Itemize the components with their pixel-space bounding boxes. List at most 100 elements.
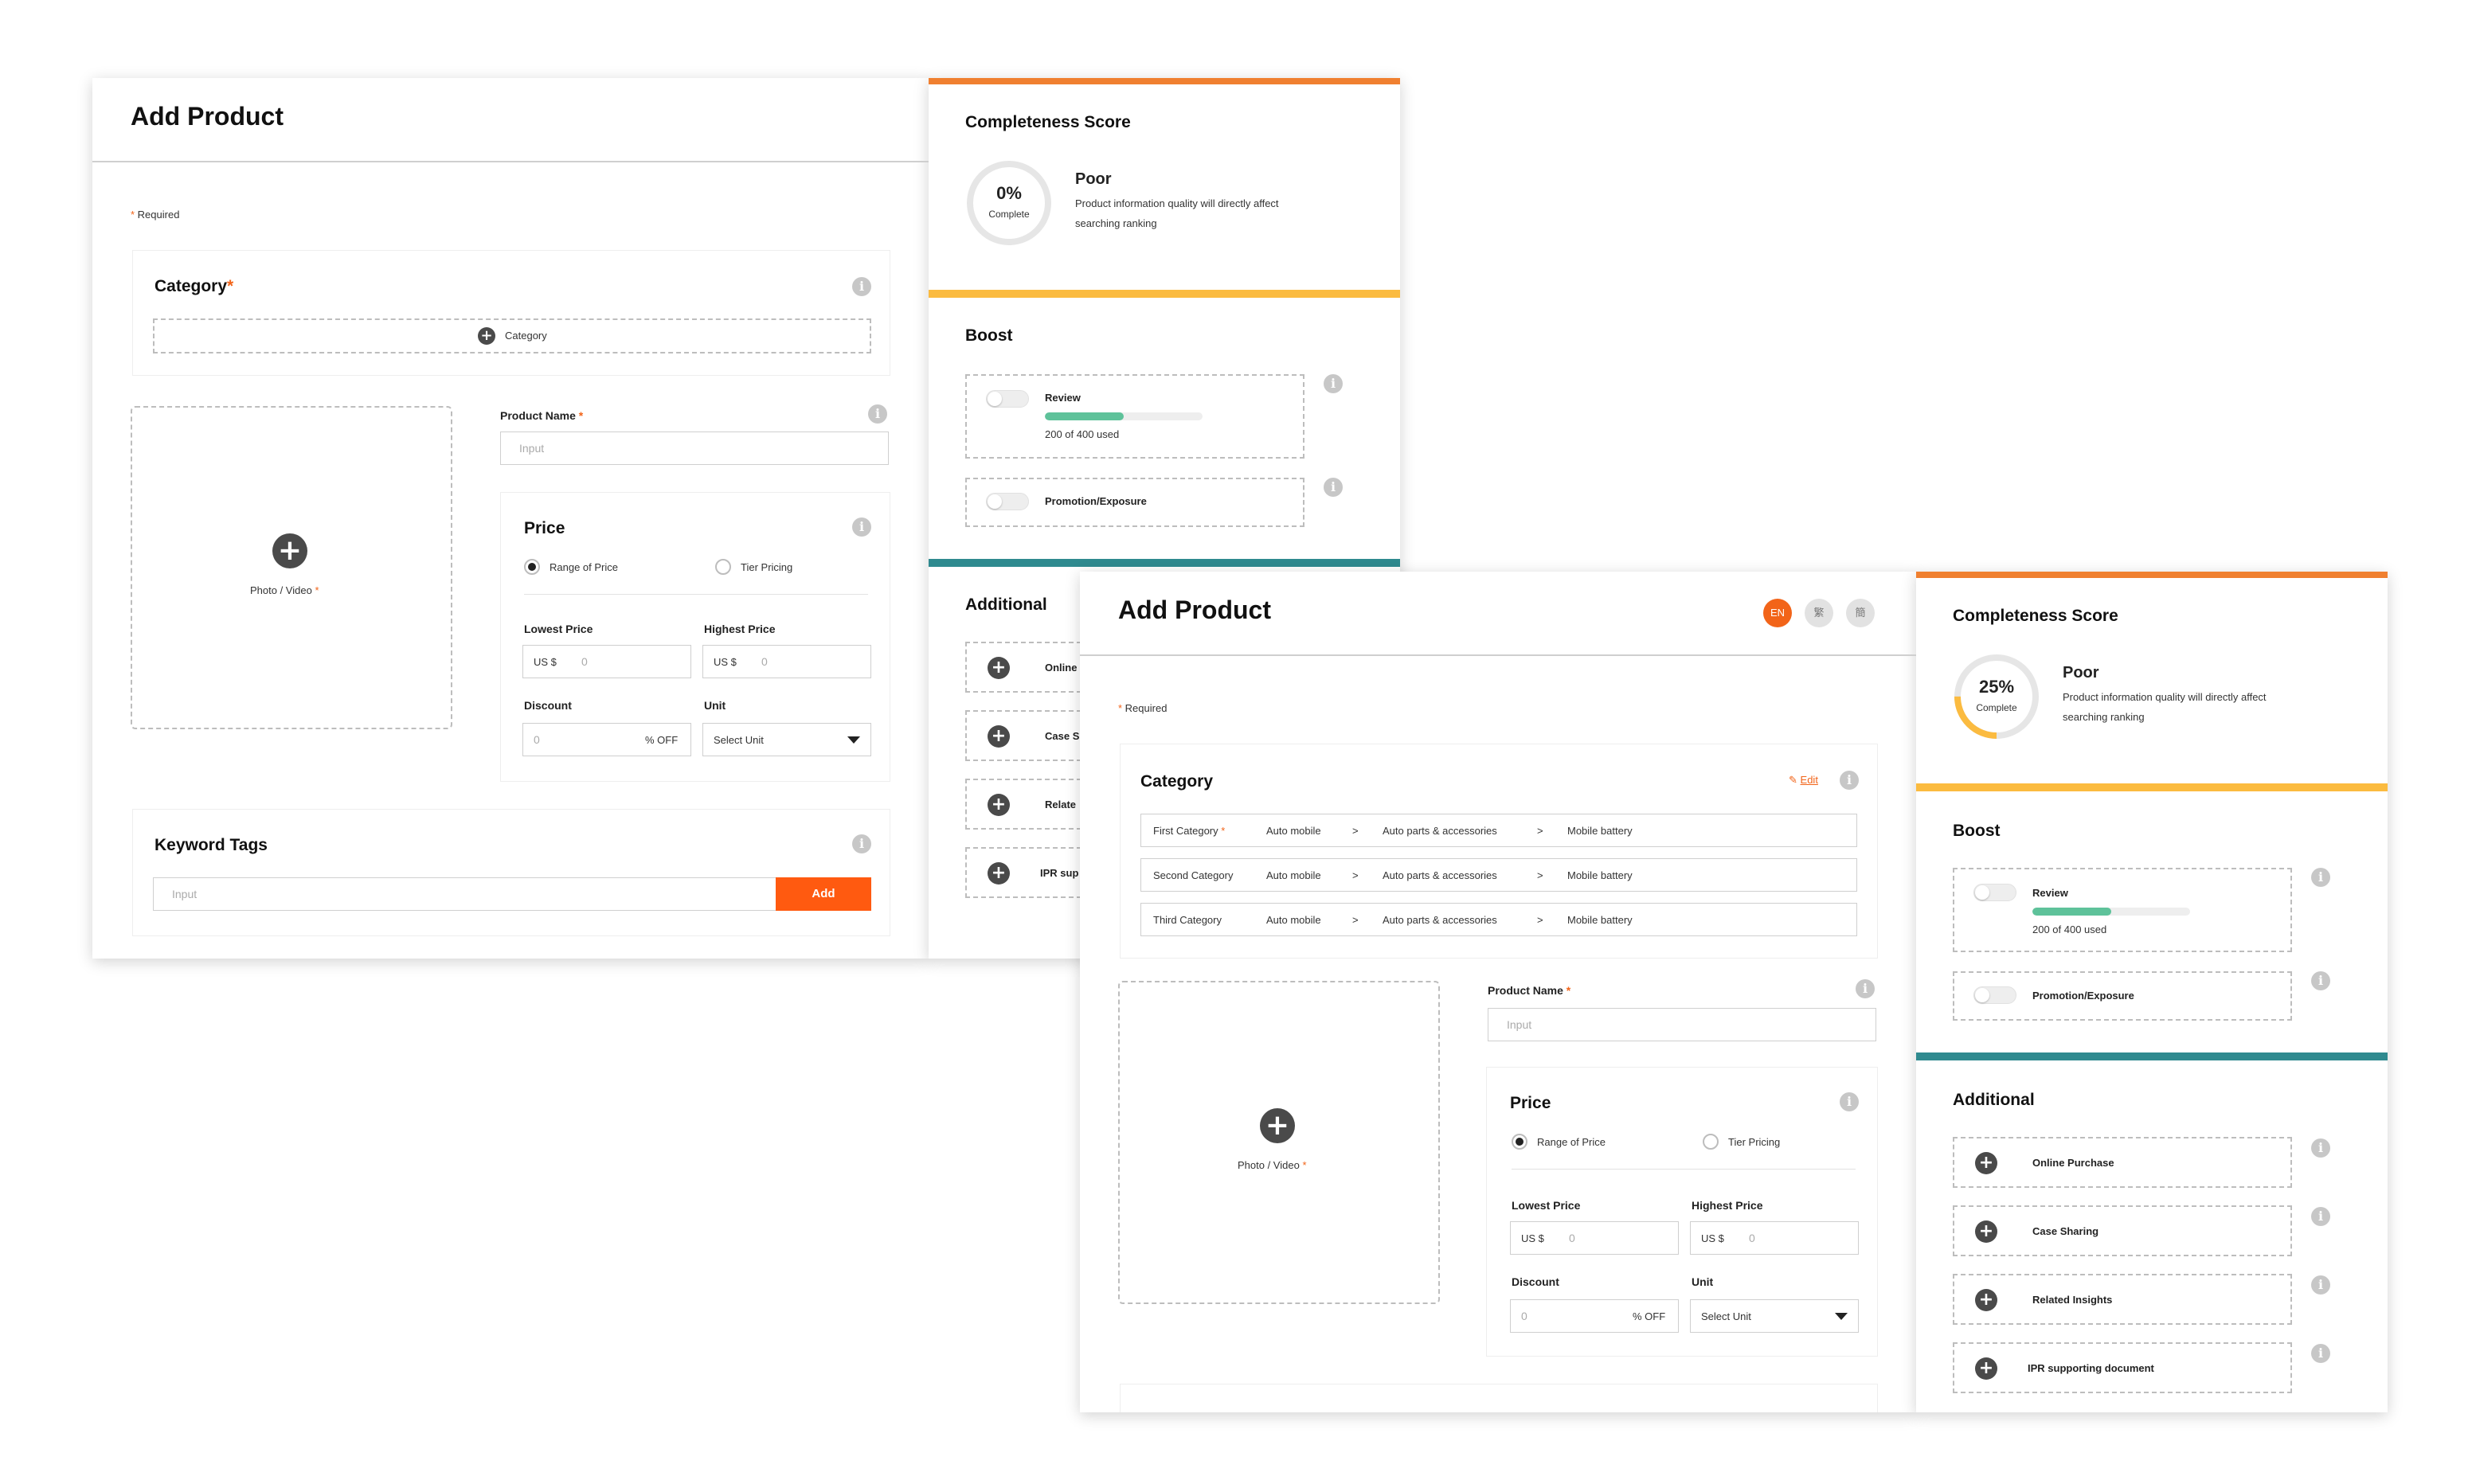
right-category-title: Category — [1140, 772, 1214, 791]
right-additional-title: Additional — [1953, 1091, 2035, 1109]
left-tier-pricing-radio[interactable] — [715, 559, 731, 575]
left-required-note: * Required — [131, 209, 180, 221]
left-photo-label: Photo / Video * — [250, 584, 319, 596]
left-unit-label: Unit — [704, 699, 726, 712]
right-additional-item-related-insights[interactable] — [1953, 1274, 2292, 1325]
left-keyword-info-icon[interactable]: i — [852, 834, 871, 853]
right-related-insights-info-icon[interactable]: i — [2311, 1275, 2330, 1295]
right-keyword-card-partial — [1120, 1384, 1878, 1412]
right-unit-label: Unit — [1692, 1275, 1714, 1288]
left-additional-accent-bar — [929, 559, 1400, 567]
right-category-row-first-l1: Auto mobile — [1266, 825, 1321, 837]
left-price-info-icon[interactable]: i — [852, 517, 871, 537]
lang-en-button[interactable]: EN — [1763, 599, 1792, 627]
left-review-toggle[interactable] — [986, 390, 1029, 408]
left-highest-currency: US $ — [714, 656, 737, 668]
right-product-name-input[interactable] — [1488, 1008, 1876, 1041]
left-category-card — [132, 250, 890, 376]
right-additional-item-case-sharing[interactable] — [1953, 1205, 2292, 1256]
left-highest-price-label: Highest Price — [704, 623, 776, 635]
left-range-price-label: Range of Price — [550, 561, 618, 573]
right-category-row-third-sep1: > — [1352, 914, 1359, 926]
right-range-price-radio[interactable] — [1512, 1134, 1527, 1150]
right-price-divider — [1512, 1169, 1856, 1170]
left-category-title: Category* — [154, 277, 234, 295]
right-category-row-second[interactable] — [1140, 858, 1857, 892]
right-additional-label-case-sharing: Case Sharing — [2032, 1225, 2099, 1237]
right-category-row-first[interactable] — [1140, 814, 1857, 847]
left-price-title: Price — [524, 519, 565, 537]
right-photo-plus-icon: + — [1260, 1108, 1295, 1143]
left-discount-suffix: % OFF — [645, 734, 679, 746]
right-additional-accent-bar — [1916, 1052, 2388, 1060]
left-keyword-input[interactable] — [153, 877, 777, 911]
right-promotion-toggle[interactable] — [1973, 986, 2016, 1004]
right-category-row-first-label: First Category * — [1153, 825, 1226, 837]
left-product-name-input[interactable] — [500, 432, 889, 465]
left-review-info-icon[interactable]: i — [1324, 374, 1343, 393]
right-online-purchase-info-icon[interactable]: i — [2311, 1138, 2330, 1158]
left-score-rating: Poor — [1075, 170, 1112, 188]
left-range-price-radio[interactable] — [524, 559, 540, 575]
right-ipr-info-icon[interactable]: i — [2311, 1344, 2330, 1363]
right-category-row-third[interactable] — [1140, 903, 1857, 936]
left-additional-label-case: Case S — [1045, 730, 1080, 742]
lang-traditional-button[interactable]: 繁 — [1805, 599, 1833, 627]
left-keyword-title: Keyword Tags — [154, 836, 268, 854]
left-category-info-icon[interactable]: i — [852, 277, 871, 296]
left-additional-title: Additional — [965, 596, 1047, 614]
left-product-name-placeholder: Input — [519, 442, 545, 455]
right-discount-placeholder: 0 — [1521, 1310, 1527, 1322]
left-ipr-plus-icon: + — [988, 862, 1010, 885]
left-boost-title: Boost — [965, 326, 1013, 345]
right-category-row-third-l1: Auto mobile — [1266, 914, 1321, 926]
right-price-title: Price — [1510, 1094, 1551, 1112]
right-review-toggle[interactable] — [1973, 884, 2016, 901]
right-category-row-third-l2: Auto parts & accessories — [1383, 914, 1497, 926]
left-lowest-price-label: Lowest Price — [524, 623, 593, 635]
left-score-desc-1: Product information quality will directl… — [1075, 197, 1279, 209]
right-additional-item-online-purchase[interactable] — [1953, 1137, 2292, 1188]
right-score-desc-1: Product information quality will directl… — [2063, 691, 2267, 703]
left-discount-label: Discount — [524, 699, 572, 712]
right-score-title: Completeness Score — [1953, 607, 2118, 625]
right-price-info-icon[interactable]: i — [1840, 1092, 1859, 1111]
left-lowest-placeholder: 0 — [581, 655, 588, 668]
right-category-row-second-sep2: > — [1537, 869, 1543, 881]
right-related-insights-plus-icon: + — [1975, 1289, 1997, 1311]
right-score-desc-2: searching ranking — [2063, 711, 2145, 723]
right-highest-price-label: Highest Price — [1692, 1199, 1763, 1212]
right-category-edit-link[interactable]: ✎ Edit — [1789, 774, 1818, 787]
right-boost-title: Boost — [1953, 822, 2001, 840]
right-promotion-info-icon[interactable]: i — [2311, 971, 2330, 990]
right-lowest-price-label: Lowest Price — [1512, 1199, 1581, 1212]
left-related-plus-icon: + — [988, 794, 1010, 816]
lang-simplified-button[interactable]: 簡 — [1846, 599, 1875, 627]
right-photo-label: Photo / Video * — [1238, 1159, 1307, 1171]
left-review-label: Review — [1045, 392, 1081, 404]
right-product-name-placeholder: Input — [1507, 1018, 1532, 1031]
right-case-sharing-plus-icon: + — [1975, 1220, 1997, 1243]
right-review-info-icon[interactable]: i — [2311, 868, 2330, 887]
left-promotion-info-icon[interactable]: i — [1324, 478, 1343, 497]
left-promotion-toggle[interactable] — [986, 493, 1029, 510]
left-add-category-plus-icon: + — [478, 327, 495, 345]
right-case-sharing-info-icon[interactable]: i — [2311, 1207, 2330, 1226]
right-review-progress — [2032, 908, 2190, 916]
right-page-title: Add Product — [1118, 596, 1271, 624]
left-product-name-info-icon[interactable]: i — [868, 404, 887, 424]
left-review-progress-fill — [1045, 412, 1124, 420]
left-add-category-label: Category — [505, 330, 547, 342]
right-tier-pricing-radio[interactable] — [1703, 1134, 1719, 1150]
right-product-name-label: Product Name * — [1488, 984, 1571, 997]
left-online-plus-icon: + — [988, 657, 1010, 679]
left-keyword-add-button[interactable]: Add — [776, 877, 871, 911]
right-header-divider — [1080, 654, 1916, 656]
right-score-accent-bar — [1916, 572, 2388, 578]
left-page-title: Add Product — [131, 102, 284, 131]
left-score-title: Completeness Score — [965, 113, 1131, 131]
right-product-name-info-icon[interactable]: i — [1856, 979, 1875, 998]
right-category-info-icon[interactable]: i — [1840, 771, 1859, 790]
pencil-icon: ✎ — [1789, 774, 1797, 786]
right-discount-label: Discount — [1512, 1275, 1559, 1288]
